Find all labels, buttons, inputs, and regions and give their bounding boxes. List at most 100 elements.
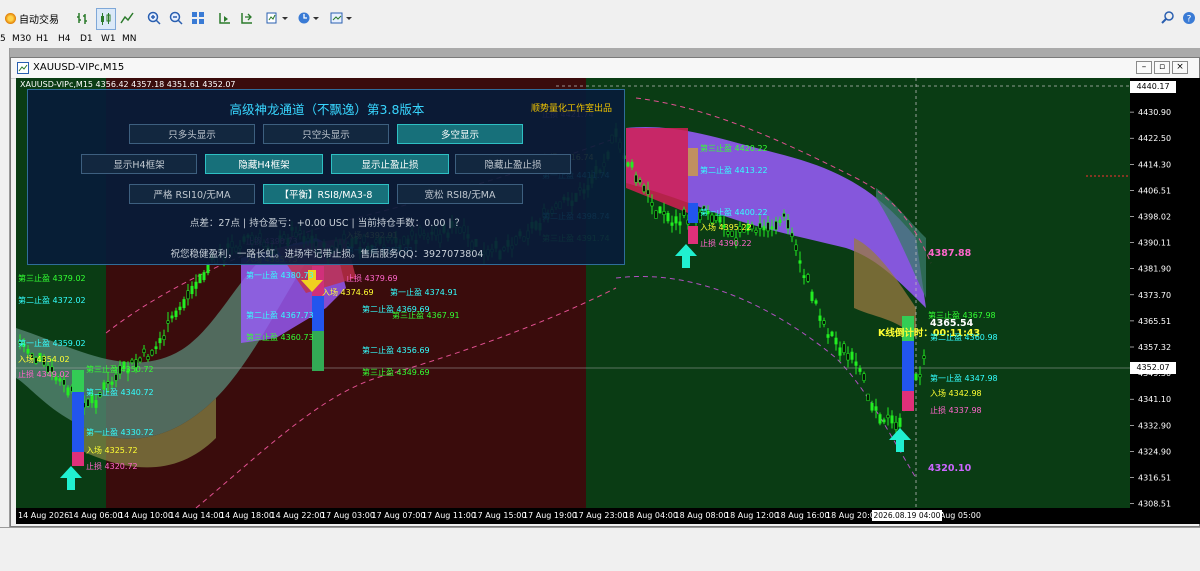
minimize-button[interactable]: –: [1136, 61, 1152, 74]
chart-info-line: XAUUSD-VIPc,M15 4356.42 4357.18 4351.61 …: [20, 80, 236, 89]
balanced-mode-button[interactable]: 【平衡】RSI8/MA3-8: [263, 184, 389, 204]
candle-body: [838, 347, 842, 356]
time-axis-label: 17 Aug 19:00: [523, 511, 577, 520]
trade-level-label: 第一止盈 4347.98: [930, 373, 998, 383]
time-axis-label: 14 Aug 10:00: [119, 511, 173, 520]
trade-level-label: 第三止盈 4349.69: [362, 367, 430, 377]
tile-windows-button[interactable]: [189, 8, 207, 28]
candle-body: [810, 291, 814, 301]
indicators-button[interactable]: [264, 8, 290, 28]
candle-body: [186, 290, 190, 300]
candle-body: [770, 226, 774, 230]
cursor-time-value: 2026.08.19 04:00: [873, 511, 941, 520]
chart-window-titlebar[interactable]: XAUUSD-VIPc,M15 – ▫ ×: [11, 58, 1199, 79]
bar-chart-icon: [77, 13, 87, 24]
autoscroll-button[interactable]: [238, 8, 256, 28]
chart-shift-button[interactable]: [216, 8, 234, 28]
trade-box-tp-3: [688, 148, 698, 176]
zoom-in-button[interactable]: [145, 8, 163, 28]
candle-body: [662, 211, 666, 215]
candle-body: [762, 225, 766, 231]
search-button[interactable]: [1160, 8, 1176, 28]
bar-chart-button[interactable]: [74, 8, 92, 28]
timeframe-mn[interactable]: MN: [122, 34, 137, 44]
timeframe-h4[interactable]: H4: [58, 34, 71, 44]
timeframe-d1[interactable]: D1: [80, 34, 93, 44]
loose-mode-button[interactable]: 宽松 RSI8/无MA: [397, 184, 523, 204]
candle-body: [166, 320, 170, 324]
trade-level-label: 第二止盈 4367.73: [246, 310, 314, 320]
trade-level-label: 第三止盈 4420.22: [700, 143, 768, 153]
candle-body: [638, 179, 642, 183]
trade-level-label: 第二止盈 4340.72: [86, 387, 154, 397]
panel-blessing: 祝您稳健盈利，一路长虹。进场牢记带止损。售后服务QQ：3927073804: [170, 249, 484, 260]
trade-level-label: 入场 4325.72: [86, 446, 138, 455]
trade-level-label: 止损 4320.72: [86, 461, 138, 471]
show-h4-frame-button[interactable]: 显示H4框架: [81, 154, 197, 174]
trade-box-sl-3: [688, 226, 698, 244]
trade-level-label: 第一止盈 4359.02: [18, 338, 86, 348]
candle-body: [918, 374, 922, 378]
price-axis-label: 4390.11: [1138, 239, 1171, 248]
candle-body: [814, 300, 818, 304]
trade-level-label: 第二止盈 4360.98: [930, 332, 998, 342]
candle-body: [854, 361, 858, 366]
candle-body: [182, 299, 186, 309]
price-axis-label: 4365.51: [1138, 317, 1171, 326]
candle-body: [110, 381, 114, 385]
candlestick-button[interactable]: [96, 8, 116, 30]
time-axis-label: 14 Aug 18:00: [220, 511, 274, 520]
close-button[interactable]: ×: [1172, 61, 1188, 74]
candle-body: [754, 229, 758, 233]
templates-button[interactable]: [328, 8, 354, 28]
auto-trade-button[interactable]: 自动交易: [2, 8, 62, 28]
trade-box-sl-4: [902, 391, 914, 411]
trade-level-label: 第三止盈 4367.91: [392, 310, 460, 320]
auto-trade-label: 自动交易: [19, 14, 59, 26]
timeframe-m30[interactable]: M30: [12, 34, 31, 44]
candle-body: [922, 355, 926, 359]
candle-body: [634, 174, 638, 183]
templates-icon: [330, 12, 352, 24]
hide-tp-sl-button[interactable]: 隐藏止盈止损: [455, 154, 571, 174]
time-axis-label: 14 Aug 22:00: [271, 511, 325, 520]
long-only-button[interactable]: 只多头显示: [129, 124, 255, 144]
zoom-out-button[interactable]: [167, 8, 185, 28]
timeframe-h1[interactable]: H1: [36, 34, 49, 44]
indicators-icon: [266, 12, 288, 24]
time-axis-label: 17 Aug 11:00: [422, 511, 476, 520]
candle-body: [806, 274, 810, 282]
candle-body: [66, 387, 70, 396]
help-button[interactable]: ?: [1181, 8, 1197, 28]
trade-level-label: 止损 4349.02: [18, 369, 70, 379]
timeframe-5[interactable]: 5: [0, 34, 6, 44]
hide-h4-frame-button[interactable]: 隐藏H4框架: [205, 154, 323, 174]
time-axis-label: 18 Aug 04:00: [624, 511, 678, 520]
candle-body: [830, 331, 834, 337]
candle-body: [174, 310, 178, 318]
price-axis-label: 4406.51: [1138, 186, 1171, 195]
line-chart-button[interactable]: [118, 8, 136, 28]
candle-body: [790, 232, 794, 238]
trade-level-label: 4387.88: [928, 248, 972, 259]
short-only-button[interactable]: 只空头显示: [263, 124, 389, 144]
period-button[interactable]: [296, 8, 322, 28]
autoscroll-icon: [241, 13, 252, 24]
candle-body: [794, 244, 798, 251]
trade-box-entry: [72, 392, 84, 452]
candle-body: [870, 402, 874, 411]
price-axis-label: 4308.51: [1138, 500, 1171, 509]
candle-body: [58, 378, 62, 382]
maximize-button[interactable]: ▫: [1154, 61, 1170, 74]
candle-body: [658, 206, 662, 214]
candle-body: [758, 222, 762, 229]
line-chart-icon: [120, 12, 134, 24]
candle-body: [650, 202, 654, 207]
show-tp-sl-button[interactable]: 显示止盈止损: [331, 154, 449, 174]
long-short-button[interactable]: 多空显示: [397, 124, 523, 144]
time-axis[interactable]: 14 Aug 2026 14 Aug 06:0014 Aug 10:0014 Au…: [18, 511, 981, 520]
timeframe-w1[interactable]: W1: [101, 34, 116, 44]
time-axis-label: 18 Aug 08:00: [675, 511, 729, 520]
strict-mode-button[interactable]: 严格 RSI10/无MA: [129, 184, 255, 204]
navigator-edge[interactable]: [0, 48, 10, 570]
